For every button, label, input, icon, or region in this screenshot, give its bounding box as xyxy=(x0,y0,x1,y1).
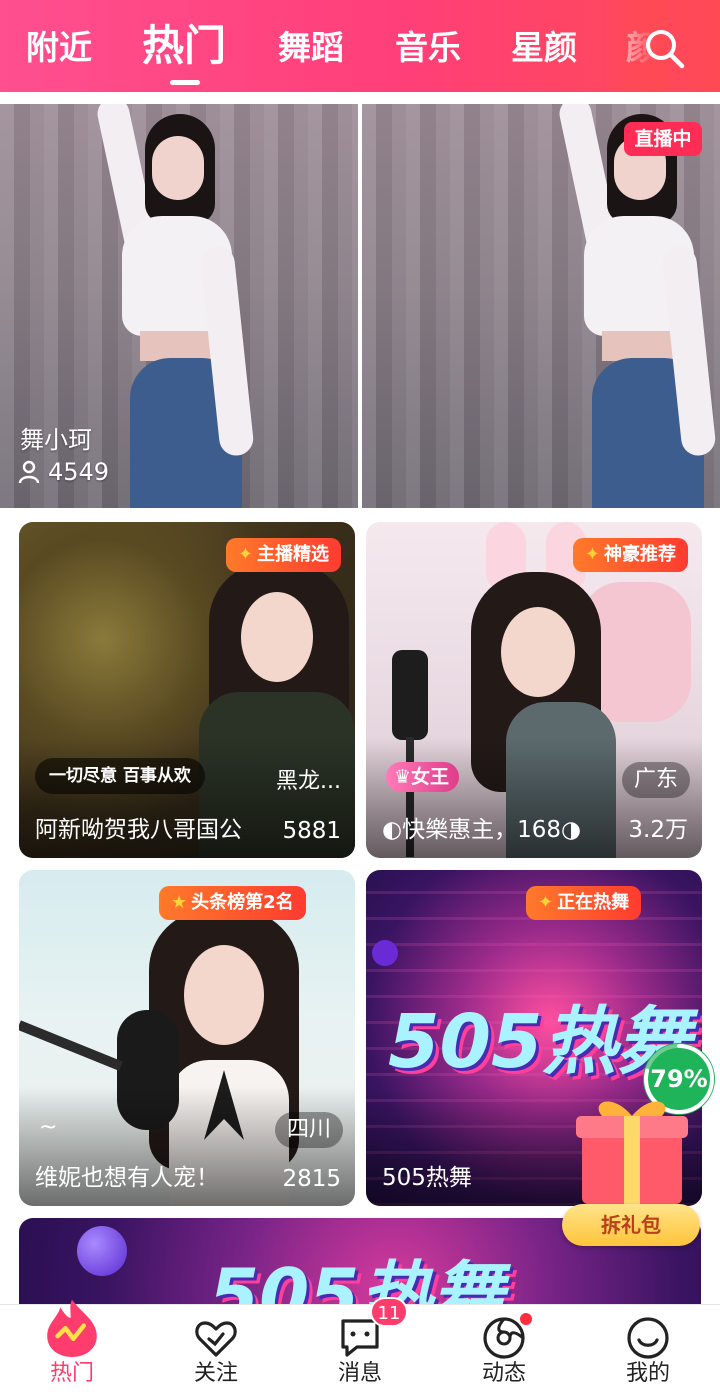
unread-badge: 11 xyxy=(370,1297,408,1327)
card-location: 四川 xyxy=(274,1112,343,1148)
streamer-slogan: 一切尽意 百事从欢 xyxy=(35,758,205,794)
card-title: ◐快樂惠主，168◑ xyxy=(382,817,582,843)
card-viewer-count: 3.2万 xyxy=(628,817,688,843)
tab-nearby[interactable]: 附近 xyxy=(26,26,92,70)
nav-moments[interactable]: 动态 xyxy=(432,1305,576,1399)
nav-hot[interactable]: 热门 xyxy=(0,1299,144,1399)
tab-hot[interactable]: 热门 xyxy=(142,20,226,72)
live-badge: 直播中 xyxy=(624,122,702,156)
nav-label: 动态 xyxy=(481,1361,526,1386)
card-title: 阿新呦贺我八哥国公 xyxy=(35,817,242,843)
card-title: 505热舞 xyxy=(382,1165,472,1191)
card-badge: ✦ 神豪推荐 xyxy=(572,538,688,572)
tab-dance[interactable]: 舞蹈 xyxy=(278,26,344,70)
tab-star-face[interactable]: 星颜 xyxy=(511,26,577,70)
nav-label: 关注 xyxy=(193,1361,238,1386)
card-badge: ★ 头条榜第2名 xyxy=(159,886,306,920)
card-badge: ✦ 正在热舞 xyxy=(526,886,642,920)
nav-label: 消息 xyxy=(337,1361,382,1386)
decor-ball xyxy=(77,1226,127,1276)
person-icon xyxy=(18,460,40,484)
card-title: 维妮也想有人宠！ xyxy=(35,1165,219,1191)
card-viewer-count: 2815 xyxy=(282,1166,341,1192)
viewer-count-text: 4549 xyxy=(48,458,110,486)
crown-icon: ♛ xyxy=(394,766,412,788)
open-gift-button[interactable]: 拆礼包 xyxy=(562,1204,700,1246)
live-card[interactable]: ★ 头条榜第2名 ~ 四川 维妮也想有人宠！ 2815 xyxy=(19,870,355,1206)
bottom-navigation: 热门 关注 11 消息 动态 我的 xyxy=(0,1297,720,1399)
streamer-figure-mirror xyxy=(522,104,720,508)
hero-streamer-name: 舞小珂 xyxy=(20,426,92,454)
nav-follow[interactable]: 关注 xyxy=(144,1305,288,1399)
hero-video-right xyxy=(362,104,720,508)
nav-label: 热门 xyxy=(49,1361,94,1386)
search-button[interactable] xyxy=(640,24,690,74)
active-tab-indicator xyxy=(170,80,200,85)
hero-viewer-count: 4549 xyxy=(18,458,109,486)
search-icon xyxy=(646,30,685,69)
top-category-bar: 附近 热门 舞蹈 音乐 星颜 颜 xyxy=(0,0,720,92)
hero-live-room[interactable] xyxy=(0,104,720,508)
nav-label: 我的 xyxy=(625,1361,670,1386)
gift-box-icon[interactable] xyxy=(572,1088,692,1208)
card-extra: ~ xyxy=(39,1115,58,1140)
queen-tag: ♛女王 xyxy=(386,762,460,792)
nav-messages[interactable]: 11 消息 xyxy=(288,1297,432,1399)
card-location: 广东 xyxy=(621,762,690,798)
tab-music[interactable]: 音乐 xyxy=(395,26,461,70)
card-viewer-count: 5881 xyxy=(282,818,341,844)
card-badge: ✦ 主播精选 xyxy=(225,538,341,572)
new-activity-dot xyxy=(520,1313,532,1325)
nav-profile[interactable]: 我的 xyxy=(576,1305,720,1399)
live-card[interactable]: ✦ 神豪推荐 ♛女王 广东 ◐快樂惠主，168◑ 3.2万 xyxy=(366,522,702,858)
card-location: 黑龙... xyxy=(276,769,341,794)
flame-icon xyxy=(47,1299,97,1357)
live-card[interactable]: ✦ 主播精选 一切尽意 百事从欢 黑龙... 阿新呦贺我八哥国公 5881 xyxy=(19,522,355,858)
